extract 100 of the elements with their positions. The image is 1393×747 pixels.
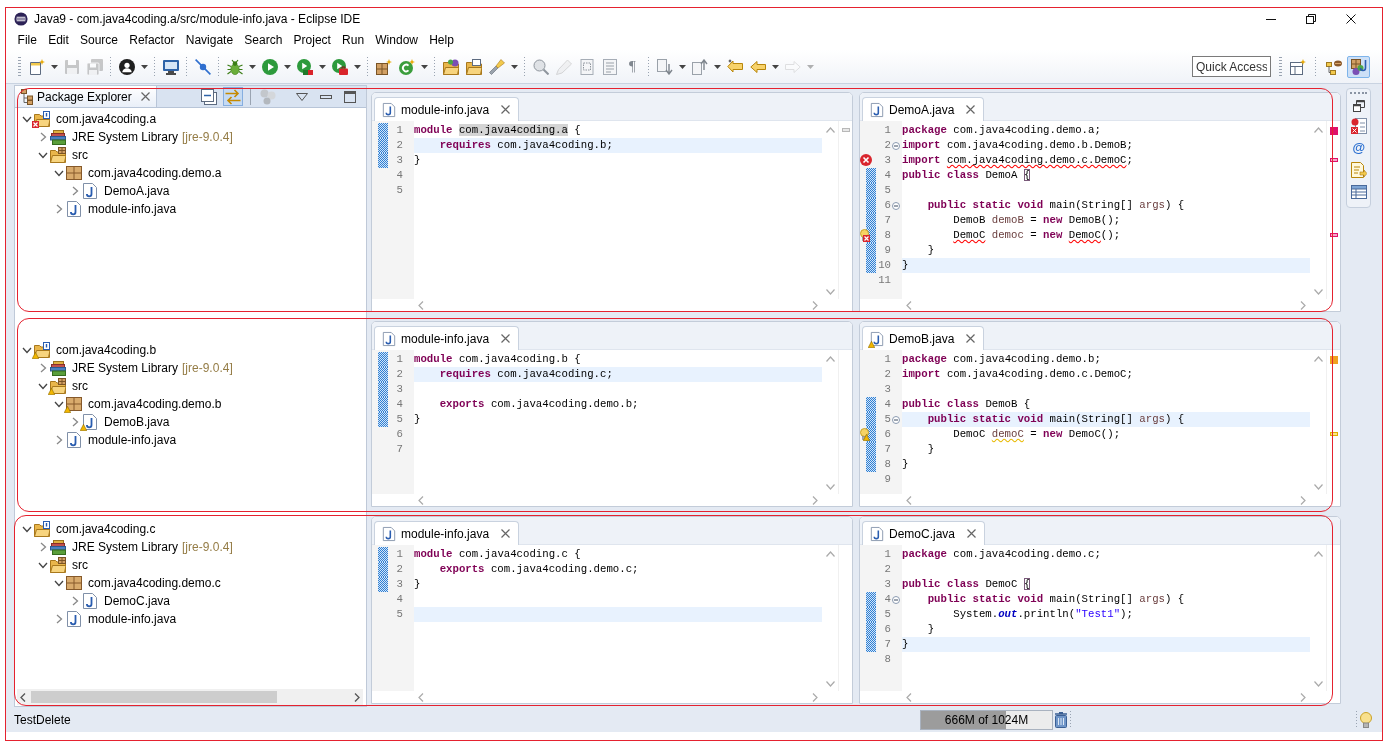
caret-icon[interactable] — [318, 64, 326, 69]
scroll-right-icon[interactable] — [1300, 495, 1306, 505]
tree-item[interactable]: com.java4coding.b — [56, 343, 157, 357]
close-icon[interactable] — [966, 105, 976, 114]
chevron-up-icon[interactable] — [825, 356, 835, 362]
tree-item[interactable]: DemoA.java — [104, 184, 170, 198]
chevron-down-icon[interactable] — [22, 346, 32, 354]
scroll-left-icon[interactable] — [20, 692, 26, 702]
editor-tab[interactable]: module-info.java — [374, 521, 520, 545]
tree-item[interactable]: com.java4coding.demo.a — [88, 166, 222, 180]
close-icon[interactable] — [966, 334, 976, 343]
tree-item[interactable]: JRE System Library — [72, 540, 179, 554]
menu-item[interactable]: File — [12, 33, 43, 47]
scrollbar-thumb[interactable] — [31, 691, 277, 703]
scroll-left-icon[interactable] — [906, 692, 912, 702]
scroll-right-icon[interactable] — [812, 495, 818, 505]
menu-item[interactable]: Project — [287, 33, 337, 47]
tree-item[interactable]: JRE System Library — [72, 361, 179, 375]
chevron-down-icon[interactable] — [54, 400, 64, 408]
tree-item[interactable]: src — [72, 148, 88, 162]
close-icon[interactable] — [140, 92, 150, 101]
chevron-right-icon[interactable] — [39, 542, 47, 552]
tree-item[interactable]: com.java4coding.demo.b — [88, 397, 222, 411]
chevron-down-icon[interactable] — [38, 382, 48, 390]
scroll-right-icon[interactable] — [1300, 692, 1306, 702]
chevron-down-icon[interactable] — [22, 525, 32, 533]
link-with-editor-button[interactable] — [223, 87, 243, 106]
warning-badge-icon[interactable] — [863, 434, 870, 441]
scroll-left-icon[interactable] — [418, 495, 424, 505]
scroll-right-icon[interactable] — [812, 300, 818, 310]
caret-icon[interactable] — [248, 64, 256, 69]
error-badge-icon[interactable] — [863, 235, 870, 242]
error-list-icon[interactable] — [1350, 118, 1367, 134]
tree-item[interactable]: DemoB.java — [104, 415, 170, 429]
chevron-down-icon[interactable] — [54, 579, 64, 587]
tree-item[interactable]: module-info.java — [88, 612, 177, 626]
caret-icon[interactable] — [510, 64, 518, 69]
close-icon[interactable] — [501, 105, 511, 114]
lightbulb-icon[interactable] — [1360, 712, 1372, 728]
caret-icon[interactable] — [140, 64, 148, 69]
chevron-right-icon[interactable] — [71, 186, 79, 196]
scroll-right-icon[interactable] — [812, 692, 818, 702]
error-mark-icon[interactable] — [1330, 158, 1338, 162]
chevron-right-icon[interactable] — [39, 132, 47, 142]
menu-item[interactable]: Search — [238, 33, 288, 47]
quick-access-field[interactable]: Quick Access — [1192, 56, 1271, 77]
error-icon[interactable] — [860, 154, 872, 166]
caret-icon[interactable] — [353, 64, 361, 69]
menu-item[interactable]: Edit — [42, 33, 75, 47]
at-sign-button[interactable]: @ — [1352, 140, 1365, 156]
error-mark-icon[interactable] — [1330, 233, 1338, 237]
scroll-right-icon[interactable] — [354, 692, 360, 702]
warning-summary-icon[interactable] — [1330, 356, 1338, 364]
chevron-right-icon[interactable] — [71, 417, 79, 427]
focus-task-button[interactable] — [258, 87, 278, 106]
fold-minus-icon[interactable] — [891, 415, 900, 424]
tree-item[interactable]: module-info.java — [88, 202, 177, 216]
menu-item[interactable]: Help — [423, 33, 460, 47]
view-tab[interactable]: Package Explorer — [15, 86, 157, 107]
chevron-right-icon[interactable] — [39, 363, 47, 373]
menu-item[interactable]: Refactor — [123, 33, 181, 47]
tree-item[interactable]: com.java4coding.c — [56, 522, 156, 536]
scroll-left-icon[interactable] — [906, 300, 912, 310]
menu-item[interactable]: Window — [369, 33, 424, 47]
tree-item[interactable]: com.java4coding.demo.c — [88, 576, 221, 590]
caret-icon[interactable] — [420, 64, 428, 69]
fold-minus-icon[interactable] — [891, 141, 900, 150]
editor-tab[interactable]: DemoA.java — [862, 97, 985, 121]
tree-item[interactable]: src — [72, 379, 88, 393]
close-icon[interactable] — [501, 334, 511, 343]
chevron-up-icon[interactable] — [825, 127, 835, 133]
garbage-collect-button[interactable] — [1055, 712, 1067, 728]
caret-icon[interactable] — [678, 64, 686, 69]
chevron-right-icon[interactable] — [71, 596, 79, 606]
menu-item[interactable]: Source — [74, 33, 124, 47]
tree-item[interactable]: com.java4coding.a — [56, 112, 157, 126]
caret-icon[interactable] — [283, 64, 291, 69]
tree-item[interactable]: DemoC.java — [104, 594, 171, 608]
fold-minus-icon[interactable] — [891, 595, 900, 604]
tree-item[interactable]: module-info.java — [88, 433, 177, 447]
chevron-right-icon[interactable] — [55, 204, 63, 214]
perspective-button[interactable] — [1347, 55, 1370, 78]
caret-icon[interactable] — [50, 64, 58, 69]
scroll-left-icon[interactable] — [906, 495, 912, 505]
menu-item[interactable]: Navigate — [180, 33, 239, 47]
editor-tab[interactable]: module-info.java — [374, 326, 520, 350]
editor-tab[interactable]: DemoC.java — [862, 521, 986, 545]
editor-tab[interactable]: module-info.java — [374, 97, 520, 121]
chevron-down-icon[interactable] — [22, 115, 32, 123]
restore-icon[interactable] — [1352, 100, 1365, 112]
caret-icon[interactable] — [771, 64, 779, 69]
chevron-down-icon[interactable] — [54, 169, 64, 177]
chevron-up-icon[interactable] — [1313, 551, 1323, 557]
scroll-left-icon[interactable] — [418, 300, 424, 310]
caret-icon[interactable] — [713, 64, 721, 69]
scroll-left-icon[interactable] — [418, 692, 424, 702]
table-icon[interactable] — [1350, 184, 1367, 200]
chevron-up-icon[interactable] — [825, 551, 835, 557]
horizontal-scrollbar[interactable] — [17, 689, 363, 705]
editor-tab[interactable]: DemoB.java — [862, 326, 985, 350]
